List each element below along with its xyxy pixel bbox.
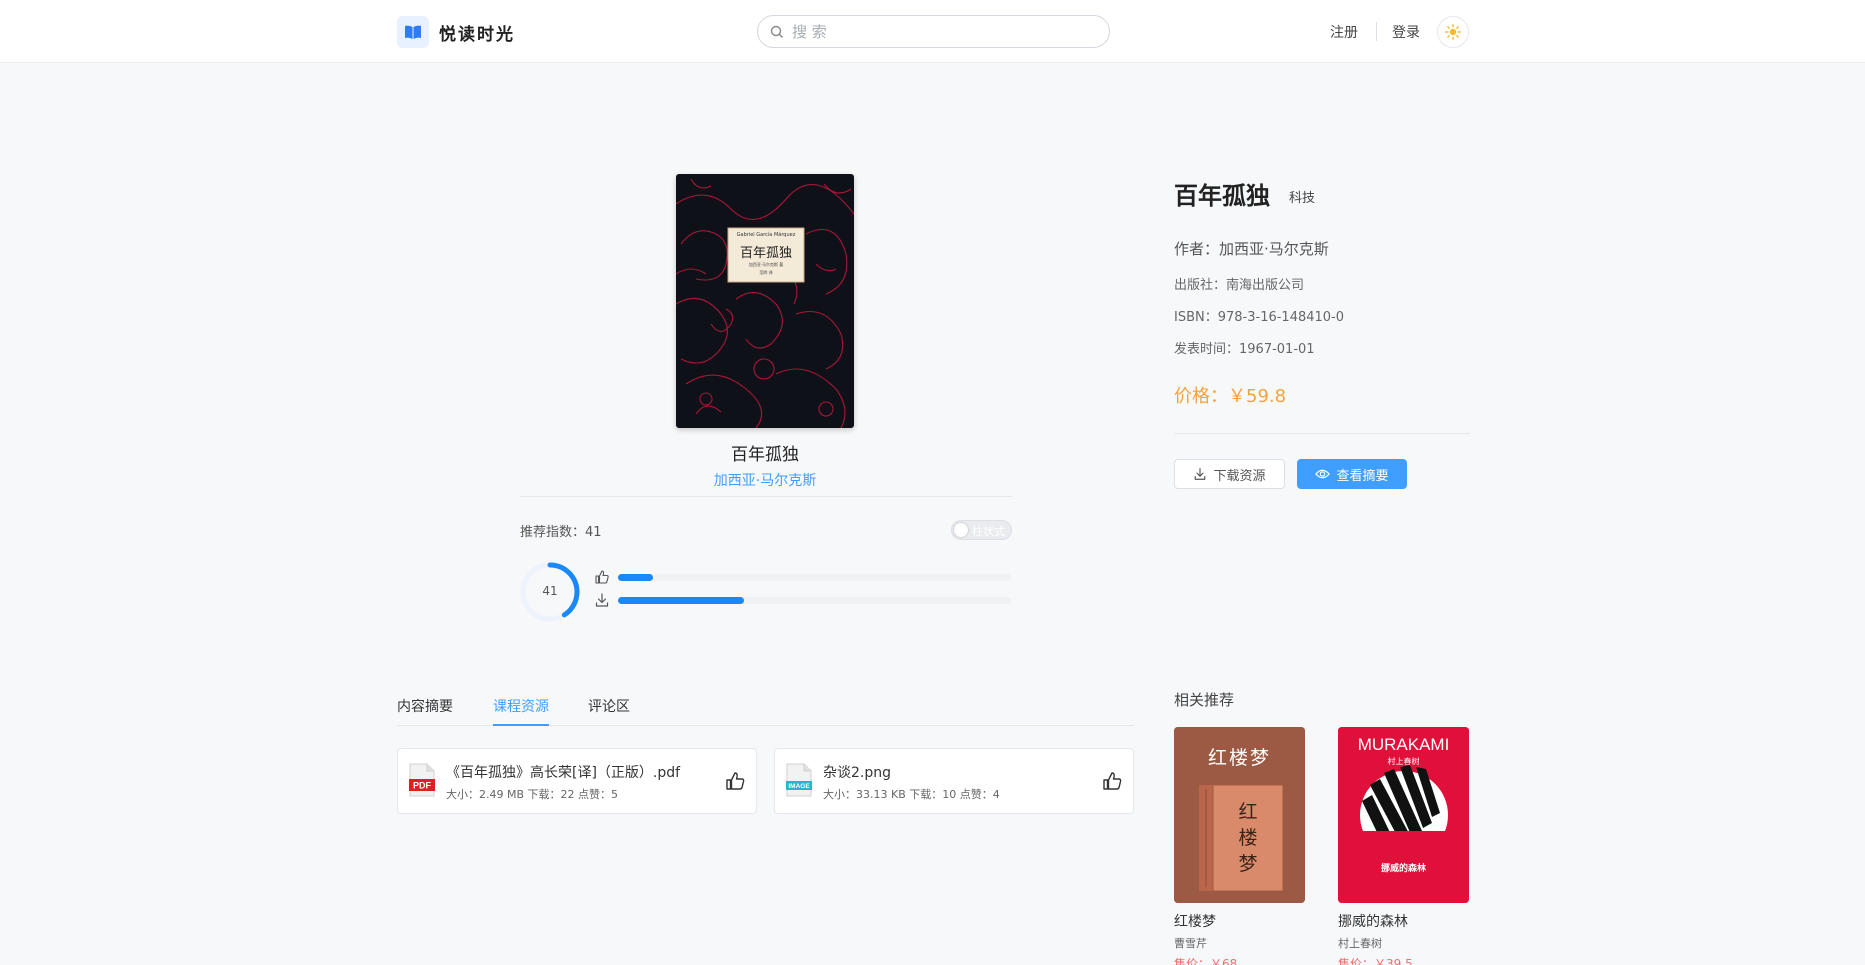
- summary-label: 查看摘要: [1336, 468, 1389, 484]
- content-tabs: 内容摘要 课程资源 评论区: [397, 696, 1134, 726]
- resource-card[interactable]: IMAGE 杂谈2.png 大小：33.13 KB 下载：10 点赞：4: [774, 748, 1134, 814]
- top-navbar: 悦读时光 注册 登录: [0, 0, 1865, 63]
- tab-summary[interactable]: 内容摘要: [397, 696, 453, 726]
- related-book-name: 挪威的森林: [1338, 914, 1408, 930]
- likes-bar: [618, 574, 1011, 581]
- detail-title: 百年孤独: [1174, 182, 1270, 210]
- book-title: 百年孤独: [731, 445, 799, 465]
- category-tag: 科技: [1289, 191, 1316, 206]
- detail-author: 作者：加西亚·马尔克斯: [1174, 240, 1329, 258]
- download-resource-button[interactable]: 下载资源: [1174, 459, 1285, 489]
- downloads-bar: [618, 597, 1011, 604]
- related-book-cover: 红楼梦 红楼梦: [1174, 727, 1305, 903]
- related-book-cover: MURAKAMI 村上春树 挪威的森林: [1338, 727, 1469, 903]
- related-cover-vertical: 红楼梦: [1238, 801, 1258, 875]
- related-cover-author: 村上春树: [1387, 757, 1420, 766]
- likes-bar-fill: [618, 574, 654, 581]
- resource-card[interactable]: PDF 《百年孤独》高长荣[译]（正版）.pdf 大小：2.49 MB 下载：2…: [397, 748, 757, 814]
- detail-publisher: 出版社：南海出版公司: [1174, 278, 1305, 293]
- thumbs-up-icon: [595, 570, 609, 584]
- image-file-icon: IMAGE: [786, 763, 812, 797]
- resource-name: 杂谈2.png: [823, 765, 892, 781]
- related-book-card[interactable]: 红楼梦 红楼梦 红楼梦 曹雪芹 售价：￥68: [1174, 727, 1305, 965]
- file-type-label: IMAGE: [788, 783, 810, 790]
- download-icon: [595, 593, 609, 607]
- divider: [520, 496, 1012, 497]
- related-book-author: 曹雪芹: [1174, 937, 1207, 950]
- search-box[interactable]: [757, 15, 1110, 48]
- file-type-label: PDF: [413, 781, 432, 791]
- nav-divider: [1376, 22, 1377, 41]
- view-summary-button[interactable]: 查看摘要: [1297, 459, 1407, 489]
- divider: [1174, 433, 1470, 434]
- recommend-index: 推荐指数：41: [520, 525, 602, 540]
- eye-icon: [1315, 469, 1331, 479]
- logo-text: 悦读时光: [439, 24, 515, 45]
- resource-meta: 大小：33.13 KB 下载：10 点赞：4: [823, 788, 1000, 801]
- cover-title: 百年孤独: [739, 246, 792, 261]
- related-cover-title: 挪威的森林: [1380, 864, 1426, 874]
- detail-isbn: ISBN：978-3-16-148410-0: [1174, 310, 1345, 325]
- related-book-price: 售价：￥68: [1174, 957, 1238, 965]
- search-icon: [770, 25, 783, 38]
- related-book-name: 红楼梦: [1174, 914, 1216, 930]
- thumbs-up-icon[interactable]: [724, 770, 746, 792]
- download-label: 下载资源: [1213, 468, 1266, 484]
- cover-author-en: Gabriel García Márquez: [736, 232, 796, 238]
- resource-meta: 大小：2.49 MB 下载：22 点赞：5: [446, 788, 619, 801]
- detail-date: 发表时间：1967-01-01: [1174, 342, 1315, 357]
- downloads-bar-fill: [618, 597, 744, 604]
- login-link[interactable]: 登录: [1392, 22, 1420, 42]
- cover-subtitle: 加西亚·马尔克斯 著: [748, 262, 784, 267]
- book-author-link[interactable]: 加西亚·马尔克斯: [520, 470, 1010, 490]
- score-value: 41: [542, 584, 558, 598]
- pdf-file-icon: PDF: [409, 763, 435, 797]
- related-cover-en: MURAKAMI: [1357, 735, 1450, 754]
- sun-icon: [1445, 24, 1461, 40]
- download-icon: [1195, 468, 1206, 480]
- theme-toggle-button[interactable]: [1437, 16, 1469, 48]
- logo[interactable]: 悦读时光: [397, 16, 515, 48]
- toggle-knob: [954, 523, 968, 537]
- register-link[interactable]: 注册: [1330, 22, 1358, 42]
- resource-name: 《百年孤独》高长荣[译]（正版）.pdf: [446, 765, 681, 781]
- tab-resources[interactable]: 课程资源: [493, 696, 549, 726]
- related-cover-title: 红楼梦: [1207, 747, 1271, 769]
- thumbs-up-icon[interactable]: [1101, 770, 1123, 792]
- search-input[interactable]: [792, 22, 1082, 41]
- book-logo-icon: [397, 16, 429, 48]
- related-title: 相关推荐: [1174, 691, 1235, 709]
- related-book-author: 村上春树: [1338, 937, 1382, 950]
- toggle-label: 柱状式: [972, 525, 1005, 538]
- related-book-price: 售价：￥39.5: [1338, 957, 1413, 965]
- book-cover: Gabriel García Márquez 百年孤独 加西亚·马尔克斯 著 范…: [676, 174, 854, 428]
- tab-comments[interactable]: 评论区: [588, 696, 630, 726]
- detail-price: 价格：￥59.8: [1174, 386, 1287, 407]
- chart-style-toggle[interactable]: 柱状式: [951, 520, 1012, 540]
- cover-translator: 范晔 译: [759, 270, 773, 275]
- related-book-card[interactable]: MURAKAMI 村上春树 挪威的森林 挪威的森林 村上春树 售价：￥39.5: [1338, 727, 1469, 965]
